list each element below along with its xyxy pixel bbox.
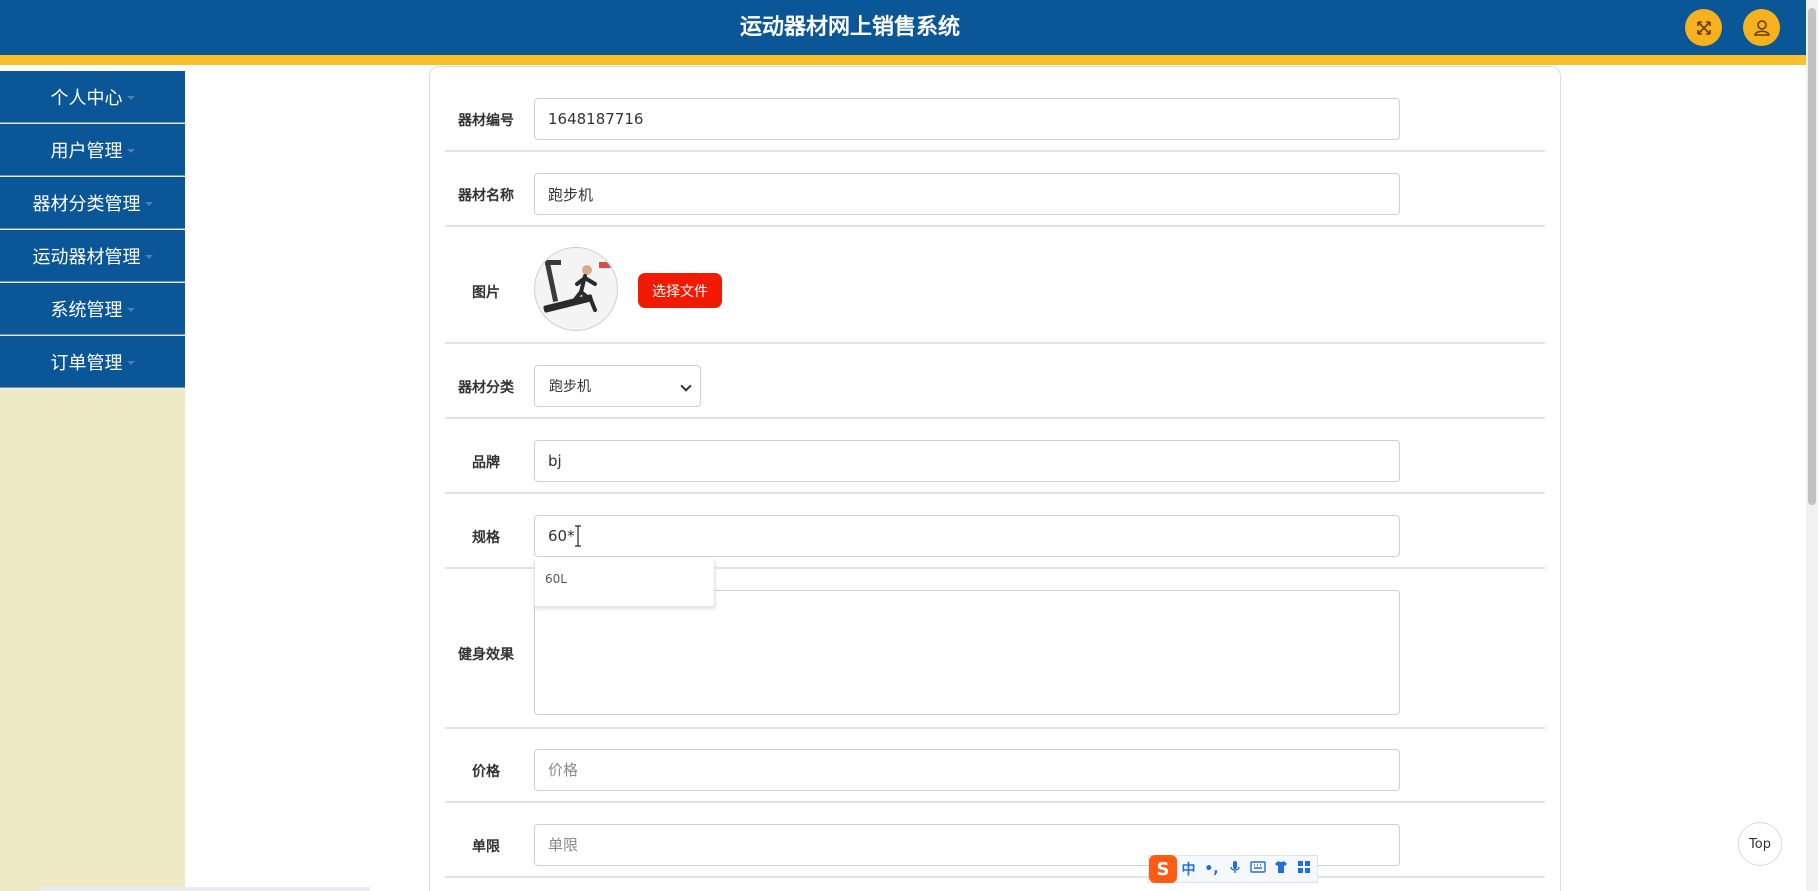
form-row-limit: 单限 <box>445 803 1545 878</box>
sidebar-item-label: 订单管理 <box>50 352 123 374</box>
choose-file-button[interactable]: 选择文件 <box>638 273 722 308</box>
form-row-brand: 品牌 <box>445 419 1545 494</box>
form-row-image: 图片 选择文件 <box>445 227 1545 344</box>
product-thumbnail <box>534 247 618 331</box>
effect-textarea[interactable] <box>534 590 1400 715</box>
ime-logo[interactable]: S <box>1149 855 1177 883</box>
spec-input[interactable] <box>534 515 1400 557</box>
app-title: 运动器材网上销售系统 <box>739 15 960 40</box>
horizontal-scroll-hint <box>40 887 370 891</box>
category-label: 器材分类 <box>458 380 514 396</box>
grid-icon[interactable] <box>1292 860 1315 878</box>
sidebar-item-order-management[interactable]: 订单管理 <box>0 336 185 388</box>
ime-toolbar: S 中 •, <box>1148 855 1318 883</box>
form-row-code: 器材编号 <box>445 90 1545 152</box>
fullscreen-icon <box>1696 20 1711 35</box>
caret-down-icon <box>144 201 153 206</box>
shirt-icon[interactable] <box>1269 860 1292 878</box>
autocomplete-dropdown: 60L <box>534 560 715 607</box>
price-input[interactable] <box>534 749 1400 791</box>
keyboard-icon[interactable] <box>1246 861 1269 877</box>
caret-down-icon <box>126 307 135 312</box>
form-row-name: 器材名称 <box>445 152 1545 227</box>
name-label: 器材名称 <box>458 188 514 204</box>
text-cursor-icon <box>575 525 581 547</box>
scrollbar-thumb[interactable] <box>1808 8 1816 505</box>
autocomplete-suggestion[interactable]: 60L <box>545 572 567 586</box>
sidebar-item-personal-center[interactable]: 个人中心 <box>0 71 185 123</box>
sidebar-item-label: 系统管理 <box>50 299 123 321</box>
user-icon <box>1753 19 1770 36</box>
image-label: 图片 <box>472 285 500 301</box>
caret-down-icon <box>126 360 135 365</box>
form-row-spec: 规格 <box>445 494 1545 569</box>
fullscreen-button[interactable] <box>1685 9 1722 46</box>
sidebar-item-label: 用户管理 <box>50 140 123 162</box>
chevron-down-icon <box>680 380 692 392</box>
sidebar-item-label: 个人中心 <box>50 87 123 109</box>
code-label: 器材编号 <box>458 113 514 129</box>
category-selected-value: 跑步机 <box>549 379 591 395</box>
sidebar-item-label: 器材分类管理 <box>32 193 141 215</box>
code-input[interactable] <box>534 98 1400 140</box>
caret-down-icon <box>126 148 135 153</box>
sidebar-item-system-management[interactable]: 系统管理 <box>0 283 185 335</box>
brand-input[interactable] <box>534 440 1400 482</box>
brand-label: 品牌 <box>472 455 500 471</box>
sidebar: 个人中心 用户管理 器材分类管理 运动器材管理 系统管理 订单管理 <box>0 71 185 891</box>
sidebar-item-label: 运动器材管理 <box>32 246 141 268</box>
mic-icon[interactable] <box>1223 860 1246 878</box>
user-menu-button[interactable] <box>1743 9 1780 46</box>
effect-label: 健身效果 <box>458 647 514 663</box>
back-to-top-button[interactable]: Top <box>1738 822 1782 866</box>
form-row-category: 器材分类 跑步机 <box>445 344 1545 419</box>
sidebar-item-equipment-management[interactable]: 运动器材管理 <box>0 230 185 282</box>
sidebar-item-category-management[interactable]: 器材分类管理 <box>0 177 185 229</box>
price-label: 价格 <box>472 764 500 780</box>
form-row-price: 价格 <box>445 729 1545 803</box>
caret-down-icon <box>144 254 153 259</box>
sidebar-item-user-management[interactable]: 用户管理 <box>0 124 185 176</box>
header-accent-stripe <box>0 55 1806 65</box>
caret-down-icon <box>126 95 135 100</box>
category-select[interactable]: 跑步机 <box>534 365 701 407</box>
limit-label: 单限 <box>472 839 500 855</box>
name-input[interactable] <box>534 173 1400 215</box>
treadmill-image <box>535 248 617 330</box>
ime-punctuation-toggle[interactable]: •, <box>1200 861 1223 877</box>
spec-label: 规格 <box>472 530 500 546</box>
ime-mode-toggle[interactable]: 中 <box>1177 859 1200 879</box>
